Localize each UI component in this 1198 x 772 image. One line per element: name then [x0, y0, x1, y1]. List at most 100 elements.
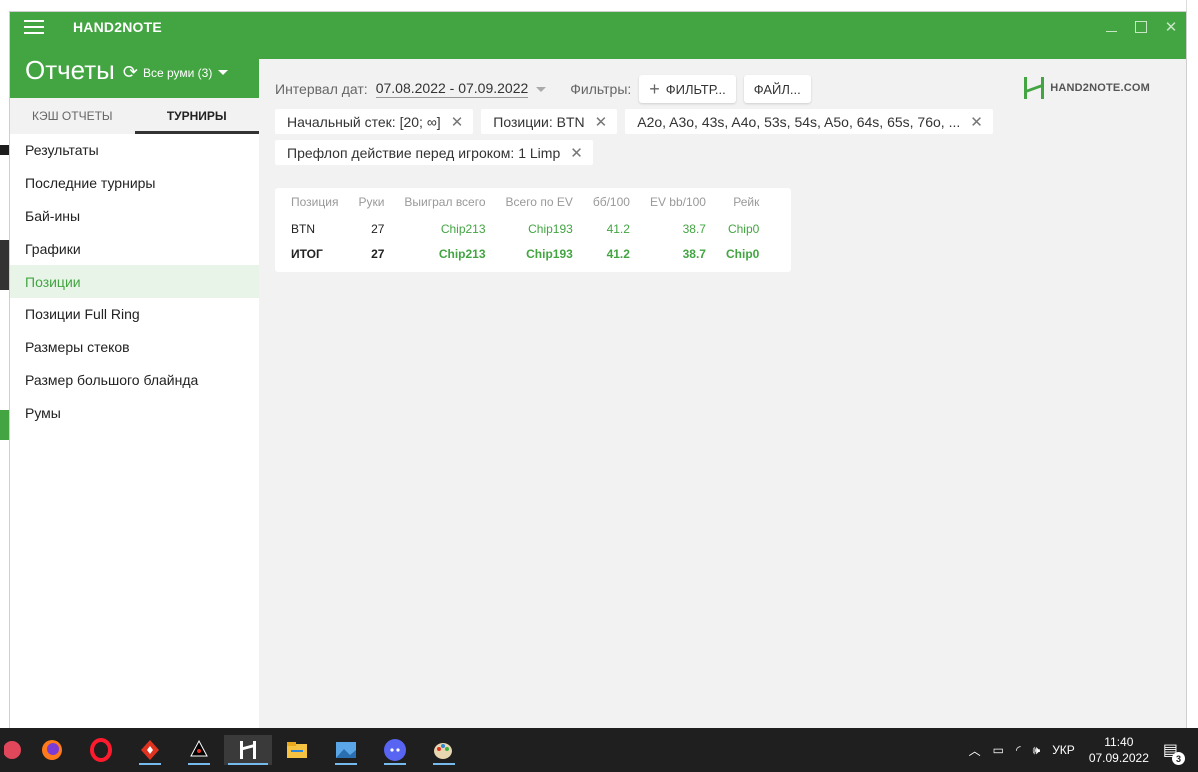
desktop-background-right — [1186, 0, 1198, 728]
discord-icon[interactable] — [380, 735, 410, 765]
language-indicator[interactable]: УКР — [1052, 743, 1075, 757]
desktop-background-top — [0, 0, 1198, 12]
file-explorer-icon[interactable] — [282, 735, 312, 765]
filter-chip[interactable]: A2o, A3o, 43s, A4o, 53s, 54s, A5o, 64s, … — [625, 109, 993, 134]
close-icon[interactable]: ✕ — [451, 113, 464, 131]
rooms-dropdown[interactable]: Все руми (3) — [142, 65, 229, 80]
close-button[interactable]: ✕ — [1160, 16, 1182, 38]
clock-time: 11:40 — [1104, 735, 1134, 749]
table-cell: 27 — [371, 246, 385, 261]
file-button-label: ФАЙЛ... — [753, 81, 801, 97]
hand2note-logo-icon — [1024, 77, 1045, 99]
logo-text: HAND2NOTE.COM — [1050, 82, 1150, 94]
sidebar-item-stack-sizes[interactable]: Размеры стеков — [10, 331, 259, 364]
chevron-up-icon[interactable]: ︿ — [969, 742, 981, 759]
filter-chip-label: Префлоп действие перед игроком: 1 Limp — [287, 144, 561, 161]
app-window: HAND2NOTE ✕ Отчеты ⟳ Все руми (3) КЭШ ОТ… — [10, 12, 1186, 728]
table-cell: Chip0 — [725, 246, 760, 261]
header-band — [259, 42, 1186, 59]
report-tabs: КЭШ ОТЧЕТЫ ТУРНИРЫ — [10, 98, 259, 134]
close-icon[interactable]: ✕ — [970, 113, 983, 131]
column-header[interactable]: Рейк — [716, 188, 769, 216]
volume-icon[interactable]: 🕪 — [1033, 743, 1041, 758]
sidebar-item-big-blind-size[interactable]: Размер большого блайнда — [10, 364, 259, 397]
hand2note-taskbar-icon[interactable] — [224, 735, 272, 765]
poker-client-icon[interactable] — [184, 735, 214, 765]
plus-icon: + — [649, 79, 660, 99]
table-cell: Chip213 — [440, 221, 486, 236]
table-cell: BTN — [291, 221, 315, 236]
minimize-icon — [1105, 30, 1117, 32]
refresh-icon[interactable]: ⟳ — [123, 62, 138, 83]
app-icon[interactable] — [0, 735, 30, 765]
paint-icon[interactable] — [429, 735, 459, 765]
photos-icon[interactable] — [331, 735, 361, 765]
taskbar: ︿ ▭ ◜ 🕪 УКР 11:40 07.09.2022 ▤ 3 — [0, 728, 1198, 772]
sidebar-item-graphs[interactable]: Графики — [10, 232, 259, 265]
filter-chip[interactable]: Префлоп действие перед игроком: 1 Limp ✕ — [275, 140, 593, 165]
tab-cash-reports[interactable]: КЭШ ОТЧЕТЫ — [10, 98, 135, 134]
column-header[interactable]: EV bb/100 — [640, 188, 716, 216]
sidebar-item-buyins[interactable]: Бай-ины — [10, 200, 259, 233]
sidebar-item-results[interactable]: Результаты — [10, 134, 259, 167]
file-button[interactable]: ФАЙЛ... — [743, 75, 811, 103]
filter-chip-label: Начальный стек: [20; ∞] — [287, 113, 441, 130]
clock-date: 07.09.2022 — [1088, 751, 1149, 765]
sidebar-item-positions-full-ring[interactable]: Позиции Full Ring — [10, 298, 259, 331]
sidebar-item-positions[interactable]: Позиции — [10, 265, 259, 298]
notification-button[interactable]: ▤ 3 — [1163, 740, 1185, 765]
sidebar-item-recent-tournaments[interactable]: Последние турниры — [10, 167, 259, 200]
desktop-fragment — [0, 145, 10, 155]
table-cell: ИТОГ — [291, 246, 323, 261]
app-title: HAND2NOTE — [73, 19, 162, 35]
report-content: Интервал дат: 07.08.2022 - 07.09.2022 Фи… — [259, 59, 1170, 728]
battery-icon[interactable]: ▭ — [993, 743, 1004, 757]
column-header[interactable]: бб/100 — [583, 188, 640, 216]
wifi-icon[interactable]: ◜ — [1016, 743, 1021, 757]
sidebar-nav: Результаты Последние турниры Бай-ины Гра… — [10, 134, 259, 728]
close-icon[interactable]: ✕ — [570, 144, 583, 162]
opera-icon[interactable] — [86, 735, 116, 765]
column-header[interactable]: Руки — [348, 188, 394, 216]
column-header[interactable]: Выиграл всего — [394, 188, 495, 216]
table-total-row: ИТОГ 27 Chip213 Chip193 41.2 38.7 Chip0 — [275, 241, 769, 266]
table-cell: 41.2 — [606, 221, 630, 236]
add-filter-label: ФИЛЬТР... — [665, 81, 726, 97]
close-icon[interactable]: ✕ — [595, 113, 608, 131]
notification-count: 3 — [1172, 752, 1185, 765]
table-row[interactable]: BTN 27 Chip213 Chip193 41.2 38.7 Chip0 — [275, 216, 769, 241]
column-header[interactable]: Позиция — [275, 188, 348, 216]
page-title: Отчеты — [25, 54, 115, 85]
chevron-down-icon — [218, 70, 229, 75]
column-header[interactable]: Всего по EV — [496, 188, 583, 216]
date-range-label: Интервал дат: — [275, 81, 368, 97]
table-cell: Chip213 — [438, 246, 486, 261]
table-cell: Chip193 — [526, 246, 573, 261]
filter-chip-label: Позиции: BTN — [493, 113, 585, 130]
date-range-picker[interactable]: 07.08.2022 - 07.09.2022 — [375, 80, 529, 98]
rooms-label: Все руми (3) — [142, 65, 213, 80]
sidebar-item-rooms[interactable]: Румы — [10, 396, 259, 429]
window-controls: ✕ — [1100, 12, 1182, 42]
desktop-fragment — [0, 240, 10, 290]
table-cell: 38.7 — [682, 221, 706, 236]
desktop-background-left — [0, 0, 10, 728]
pokerstars-icon[interactable] — [135, 735, 165, 765]
minimize-button[interactable] — [1100, 16, 1122, 38]
maximize-button[interactable] — [1130, 16, 1152, 38]
reports-header: Отчеты ⟳ Все руми (3) — [10, 42, 259, 98]
firefox-icon[interactable] — [37, 735, 67, 765]
desktop-fragment — [0, 410, 10, 440]
filter-chip[interactable]: Позиции: BTN ✕ — [481, 109, 618, 134]
positions-table: Позиция Руки Выиграл всего Всего по EV б… — [275, 188, 769, 266]
tab-tournaments[interactable]: ТУРНИРЫ — [134, 98, 260, 134]
add-filter-button[interactable]: + ФИЛЬТР... — [639, 75, 736, 103]
table-cell: 27 — [371, 221, 385, 236]
menu-icon[interactable] — [24, 12, 54, 42]
circle-app-icon — [4, 741, 21, 759]
report-toolbar: Интервал дат: 07.08.2022 - 07.09.2022 Фи… — [275, 75, 811, 103]
filter-chip[interactable]: Начальный стек: [20; ∞] ✕ — [275, 109, 474, 134]
clock[interactable]: 11:40 07.09.2022 — [1089, 734, 1149, 766]
close-icon: ✕ — [1164, 19, 1178, 36]
chevron-down-icon[interactable] — [536, 86, 547, 92]
